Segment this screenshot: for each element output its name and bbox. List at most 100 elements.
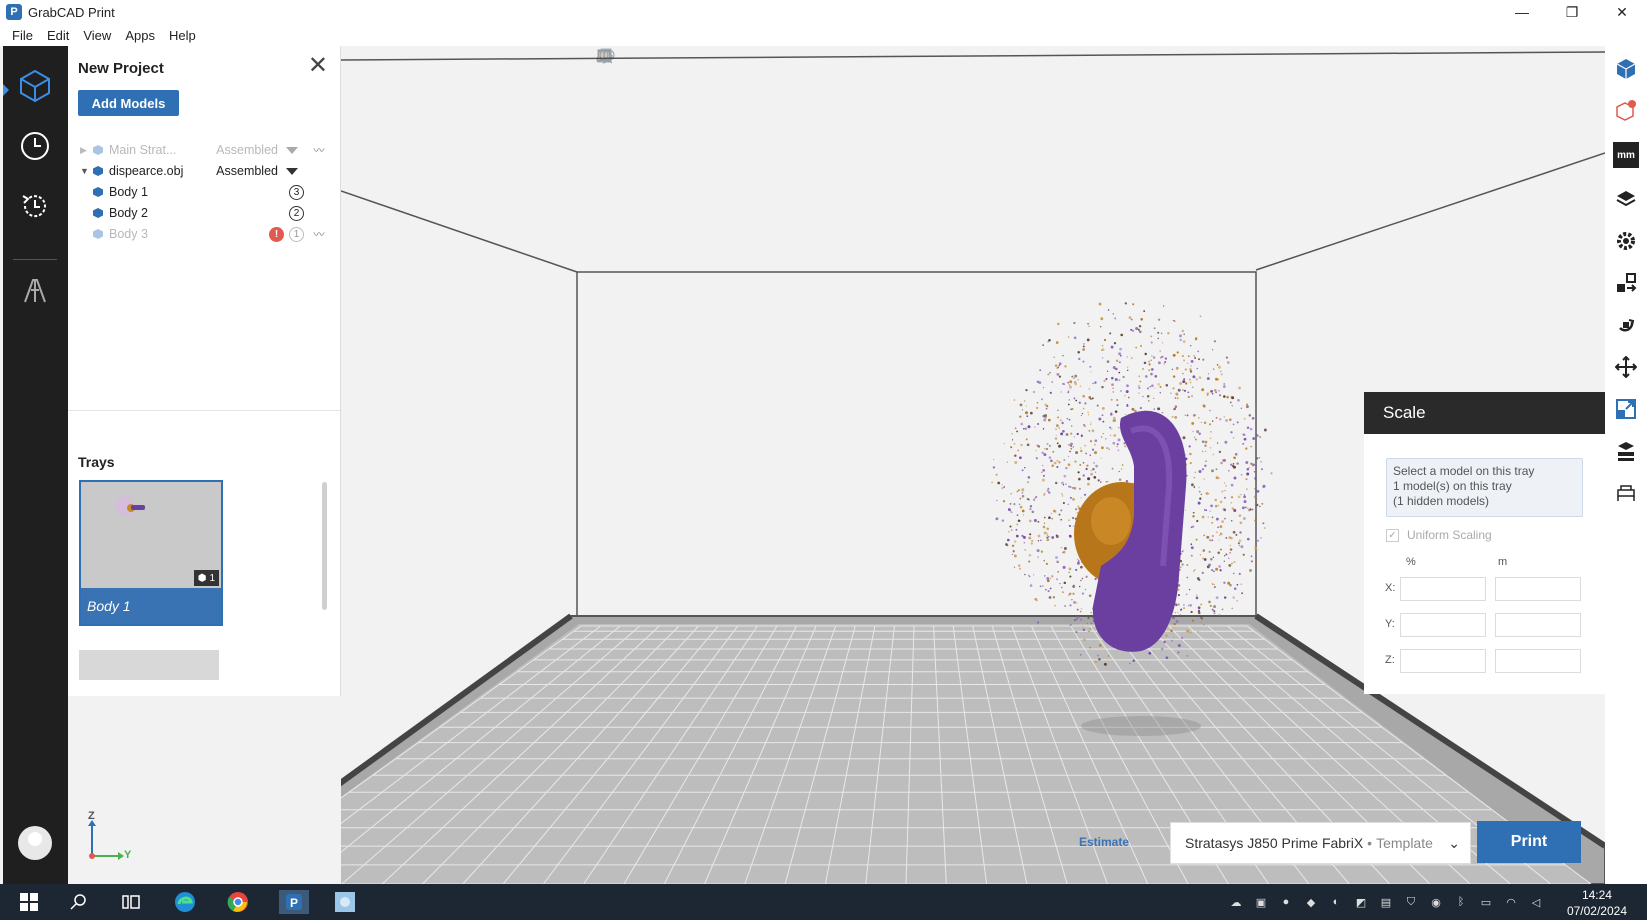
menu-view[interactable]: View xyxy=(76,28,118,43)
view-left-icon[interactable] xyxy=(597,49,684,68)
axis-icon[interactable] xyxy=(597,50,1036,68)
scale-z-percent-input[interactable] xyxy=(1400,649,1486,673)
grabcad-print-taskbar-icon[interactable]: P xyxy=(279,890,309,914)
chevron-down-icon[interactable]: ⌄ xyxy=(1448,835,1460,852)
cube-icon xyxy=(93,187,103,197)
chrome-browser-icon[interactable] xyxy=(225,890,251,914)
schedule-clock-icon[interactable] xyxy=(15,126,55,166)
add-tray-button[interactable] xyxy=(79,650,219,680)
hidden-eye-icon[interactable]: 〰 xyxy=(310,226,328,242)
menu-edit[interactable]: Edit xyxy=(40,28,76,43)
assembly-status[interactable]: Assembled xyxy=(216,143,278,157)
project-panel: New Project ✕ Add Models ▶ Main Strat...… xyxy=(68,46,341,696)
menu-help[interactable]: Help xyxy=(162,28,203,43)
view-back-icon[interactable] xyxy=(597,49,652,68)
model-cube-icon[interactable] xyxy=(1613,56,1639,82)
tree-row-body-3[interactable]: Body 3 ! 1 〰 xyxy=(92,224,328,244)
user-avatar[interactable] xyxy=(18,826,52,860)
view-iso-icon[interactable] xyxy=(597,48,812,68)
tree-row-label: Body 2 xyxy=(109,206,148,220)
clock-date: 07/02/2024 xyxy=(1566,904,1627,918)
app-tray-icon[interactable]: ◉ xyxy=(1428,894,1444,910)
shield-icon[interactable]: ⛉ xyxy=(1403,894,1419,910)
assembly-status[interactable]: Assembled xyxy=(216,164,278,178)
printers-icon[interactable] xyxy=(15,270,55,310)
zoom-select-icon[interactable] xyxy=(599,49,1004,68)
app-tray-icon[interactable]: ◆ xyxy=(1303,894,1319,910)
chevron-down-icon[interactable] xyxy=(286,146,298,154)
copies-count-badge[interactable]: 2 xyxy=(289,205,304,221)
start-windows-icon[interactable] xyxy=(16,890,42,914)
hidden-eye-icon[interactable]: 〰 xyxy=(310,142,328,158)
edge-browser-icon[interactable] xyxy=(172,890,198,914)
app-tray-icon[interactable]: ◐ xyxy=(1328,894,1344,910)
printer-select[interactable]: Stratasys J850 Prime FabriX • Template ⌄ xyxy=(1170,822,1471,864)
app-tray-icon[interactable]: ◩ xyxy=(1353,894,1369,910)
menu-file[interactable]: File xyxy=(5,28,40,43)
tree-row-body-1[interactable]: Body 1 3 〰 xyxy=(92,182,328,202)
view-iso-alt-icon[interactable] xyxy=(597,48,844,68)
menu-apps[interactable]: Apps xyxy=(118,28,162,43)
search-icon[interactable] xyxy=(66,890,92,914)
support-icon[interactable] xyxy=(1613,438,1639,464)
warning-icon[interactable]: ! xyxy=(269,226,284,242)
tray-card[interactable]: ⬢ 1 Body 1 xyxy=(79,480,223,626)
uniform-scaling-row[interactable]: ✓ Uniform Scaling xyxy=(1386,528,1492,542)
add-models-button[interactable]: Add Models xyxy=(78,90,179,116)
panel-divider xyxy=(68,410,340,411)
estimate-link[interactable]: Estimate xyxy=(1079,835,1129,849)
settings-gear-icon[interactable] xyxy=(1613,228,1639,254)
app-tray-icon[interactable]: ▤ xyxy=(1378,894,1394,910)
battery-icon[interactable]: ▭ xyxy=(1478,894,1494,910)
app-logo-icon: P xyxy=(6,4,22,20)
view-bottom-icon[interactable] xyxy=(597,49,780,68)
tree-row-body-2[interactable]: Body 2 2 〰 xyxy=(92,203,328,223)
tree-row-main-strat[interactable]: ▶ Main Strat... Assembled 〰 xyxy=(80,140,328,160)
axis-y-label: Y xyxy=(124,849,132,861)
collapse-caret-icon[interactable]: ▼ xyxy=(80,166,92,176)
perspective-icon[interactable] xyxy=(596,50,908,68)
close-window-button[interactable]: ✕ xyxy=(1597,0,1647,24)
percent-column-header: % xyxy=(1406,556,1416,568)
scale-x-percent-input[interactable] xyxy=(1400,577,1486,601)
app-tray-icon[interactable]: ● xyxy=(1278,894,1294,910)
scale-y-unit-input[interactable] xyxy=(1495,613,1581,637)
image-viewer-icon[interactable] xyxy=(332,890,358,914)
copies-count-badge[interactable]: 1 xyxy=(289,226,304,242)
wifi-icon[interactable]: ◠ xyxy=(1503,894,1519,910)
search-zoom-icon[interactable] xyxy=(597,49,940,68)
zoom-fit-icon[interactable] xyxy=(599,49,972,68)
layers-icon[interactable] xyxy=(1613,186,1639,212)
app-tray-icon[interactable]: ▣ xyxy=(1253,894,1269,910)
scale-x-unit-input[interactable] xyxy=(1495,577,1581,601)
units-mm-icon[interactable]: mm xyxy=(1613,142,1639,168)
arrange-icon[interactable] xyxy=(1613,270,1639,296)
history-icon[interactable] xyxy=(15,186,55,226)
scale-tool-icon[interactable] xyxy=(1613,396,1639,422)
volume-muted-icon[interactable]: ◁ xyxy=(1528,894,1544,910)
expand-caret-icon[interactable]: ▶ xyxy=(80,145,92,156)
copies-count-badge[interactable]: 3 xyxy=(289,184,304,200)
print-button[interactable]: Print xyxy=(1477,821,1581,863)
move-icon[interactable] xyxy=(1613,354,1639,380)
prepare-cube-icon[interactable] xyxy=(15,66,55,106)
close-panel-icon[interactable]: ✕ xyxy=(308,54,328,78)
uniform-scaling-checkbox[interactable]: ✓ xyxy=(1386,528,1399,542)
system-clock[interactable]: 14:24 07/02/2024 xyxy=(1567,887,1627,919)
onedrive-icon[interactable]: ☁ xyxy=(1228,894,1244,910)
rotate-icon[interactable] xyxy=(1613,312,1639,338)
model-warning-icon[interactable] xyxy=(1613,98,1639,124)
bluetooth-icon[interactable]: ᛒ xyxy=(1453,894,1469,910)
shading-icon[interactable] xyxy=(598,50,876,68)
task-view-icon[interactable] xyxy=(118,890,144,914)
scale-y-percent-input[interactable] xyxy=(1400,613,1486,637)
view-right-icon[interactable] xyxy=(597,49,716,68)
trays-scrollbar[interactable] xyxy=(322,482,327,610)
scale-z-unit-input[interactable] xyxy=(1495,649,1581,673)
tray-settings-icon[interactable] xyxy=(1613,480,1639,506)
chevron-down-icon[interactable] xyxy=(286,167,298,175)
minimize-button[interactable]: — xyxy=(1497,0,1547,24)
restore-button[interactable]: ❐ xyxy=(1547,0,1597,24)
tree-row-dispearce[interactable]: ▼ dispearce.obj Assembled 〰 xyxy=(80,161,328,181)
view-top-icon[interactable] xyxy=(597,49,748,68)
